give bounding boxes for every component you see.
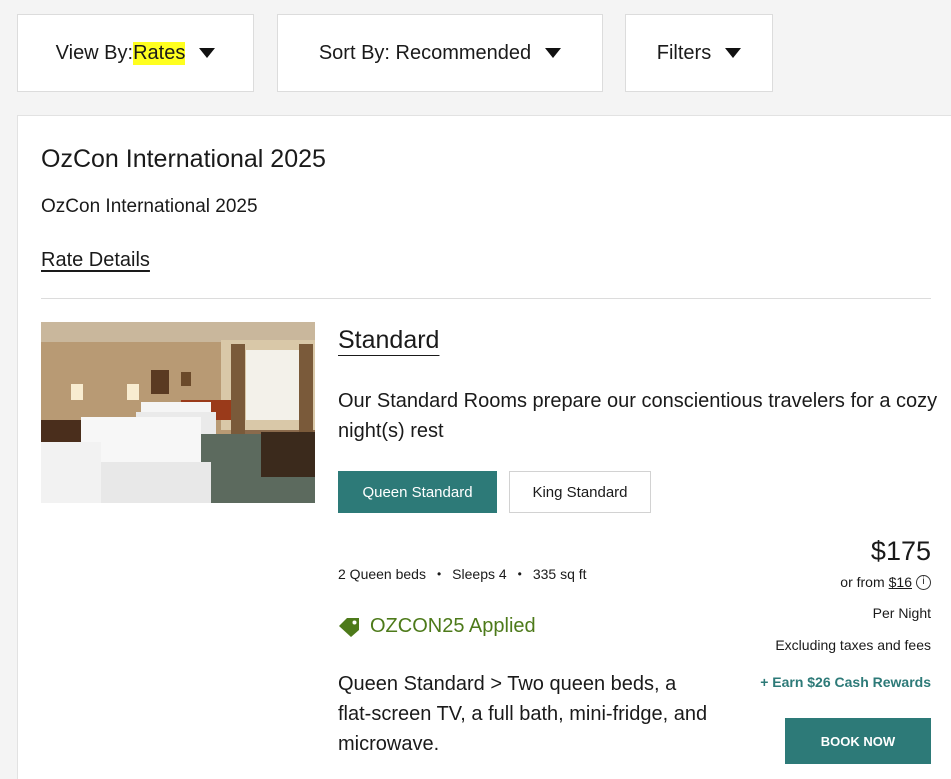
promo-applied: OZCON25 Applied <box>338 615 536 638</box>
promo-text: OZCON25 Applied <box>370 615 536 637</box>
room-features: 2 Queen beds • Sleeps 4 • 335 sq ft <box>338 566 587 582</box>
feature-size: 335 sq ft <box>532 566 587 582</box>
view-by-value: Rates <box>133 41 186 65</box>
sort-by-label: Sort By: Recommended <box>318 41 532 64</box>
room-description: Our Standard Rooms prepare our conscient… <box>338 390 938 442</box>
divider <box>41 298 931 299</box>
rate-subtitle: OzCon International 2025 <box>41 196 258 217</box>
feature-sleeps: Sleeps 4 <box>452 566 507 582</box>
book-now-button[interactable]: BOOK NOW <box>785 718 931 764</box>
feature-separator: • <box>436 567 442 581</box>
tab-queen-standard[interactable]: Queen Standard <box>338 471 497 513</box>
room-long-description: Queen Standard > Two queen beds, a flat-… <box>338 673 708 755</box>
filters-label: Filters <box>656 41 712 64</box>
sort-by-dropdown[interactable]: Sort By: Recommended <box>277 14 603 92</box>
caret-down-icon <box>725 48 742 58</box>
view-by-dropdown[interactable]: View By: Rates <box>17 14 254 92</box>
price-from-prefix: or from <box>840 574 885 590</box>
tab-king-standard[interactable]: King Standard <box>509 471 651 513</box>
tag-icon <box>339 617 359 637</box>
price-from-amount-link[interactable]: $16 <box>889 574 912 590</box>
price-from: or from $16 i <box>840 574 931 590</box>
info-icon[interactable]: i <box>916 574 931 590</box>
per-night-label: Per Night <box>872 605 931 621</box>
rate-details-link[interactable]: Rate Details <box>41 249 150 272</box>
feature-beds: 2 Queen beds <box>338 566 426 582</box>
rate-title: OzCon International 2025 <box>41 145 326 173</box>
feature-separator: • <box>517 567 522 581</box>
caret-down-icon <box>199 48 216 58</box>
caret-down-icon <box>545 48 562 58</box>
view-by-label: View By: <box>55 41 134 64</box>
excluding-taxes-label: Excluding taxes and fees <box>775 637 931 653</box>
price: $175 <box>870 536 931 566</box>
room-photo[interactable] <box>41 322 315 503</box>
earn-rewards-link[interactable]: + Earn $26 Cash Rewards <box>760 674 931 690</box>
filters-dropdown[interactable]: Filters <box>625 14 773 92</box>
room-name-link[interactable]: Standard <box>338 326 439 355</box>
